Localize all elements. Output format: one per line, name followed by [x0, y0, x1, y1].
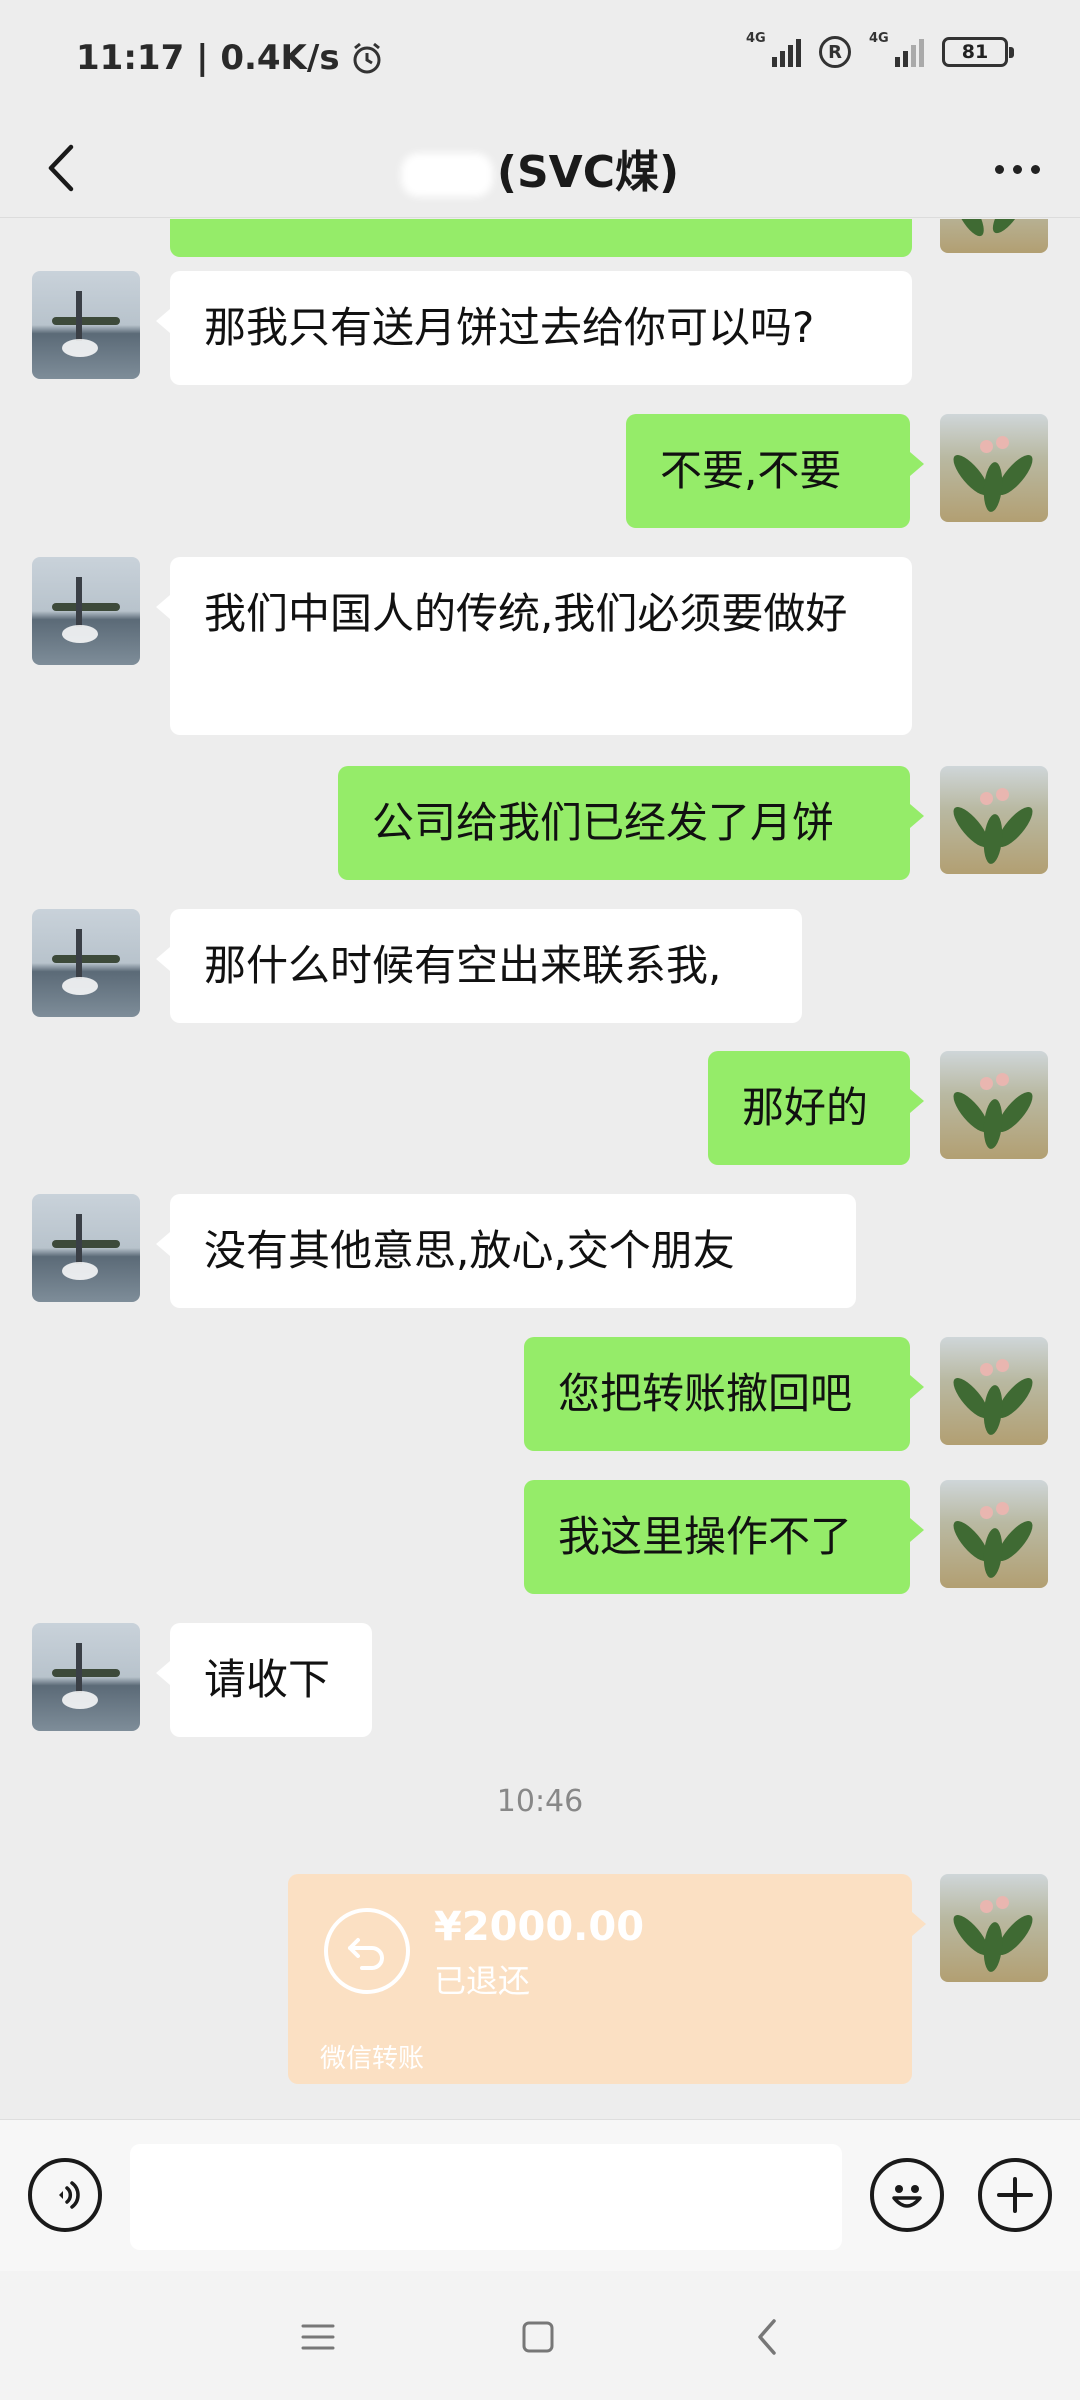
network-type-label: 4G: [746, 31, 766, 46]
message-bubble-incoming[interactable]: 那什么时候有空出来联系我,: [156, 909, 802, 1023]
redacted-name: [400, 153, 493, 197]
transfer-label: 微信转账: [320, 2044, 425, 2074]
chat-header: (SVC煤): [0, 118, 1080, 218]
voice-icon: [59, 2181, 80, 2209]
time-divider: 10:46: [496, 1784, 584, 1819]
transfer-amount: ¥2000.00: [434, 1904, 645, 1950]
chat-title: (SVC煤): [0, 136, 1080, 200]
emoji-button[interactable]: [870, 2158, 944, 2232]
system-nav-bar: [0, 2271, 1080, 2400]
self-avatar[interactable]: [940, 414, 1048, 522]
signal-icon: 4G: [746, 31, 801, 67]
status-bar: 11:17 | 0.4K/s 4G R 4G 81: [0, 0, 1080, 118]
status-time: 11:17 | 0.4K/s: [76, 38, 340, 78]
self-avatar[interactable]: [940, 1480, 1048, 1588]
nav-back-button[interactable]: [736, 2307, 796, 2367]
smiley-icon: [892, 2185, 922, 2208]
message-bubble-outgoing[interactable]: 公司给我们已经发了月饼: [338, 766, 924, 880]
message-bubble-outgoing[interactable]: 那好的: [708, 1051, 924, 1165]
network-type-label-2: 4G: [869, 31, 889, 46]
message-list[interactable]: 那我只有送月饼过去给你可以吗? 不要,不要 我们中国人的传统,我们必须要做好 公…: [0, 219, 1080, 2119]
roaming-icon: R: [819, 36, 851, 68]
message-bubble-incoming[interactable]: 请收下: [156, 1623, 372, 1737]
more-dot: [1030, 164, 1040, 174]
more-dots-icon: [994, 164, 1004, 174]
nav-home-button[interactable]: [508, 2307, 568, 2367]
message-bubble-outgoing[interactable]: 不要,不要: [626, 414, 924, 528]
return-arrow-icon: [324, 1908, 410, 1994]
transfer-card[interactable]: ¥2000.00 已退还 微信转账: [288, 1874, 926, 2084]
alarm-icon: [353, 42, 381, 74]
self-avatar[interactable]: [940, 1337, 1048, 1445]
message-bubble-incoming[interactable]: 我们中国人的传统,我们必须要做好: [156, 557, 912, 735]
message-bubble-outgoing[interactable]: 您把转账撤回吧: [524, 1337, 924, 1451]
nav-menu-button[interactable]: [288, 2307, 348, 2367]
self-avatar[interactable]: [940, 219, 1048, 253]
return-arrow-svg: [348, 1938, 384, 1970]
self-avatar[interactable]: [940, 766, 1048, 874]
more-options-button[interactable]: [982, 144, 1052, 194]
signal-icon-2: 4G: [869, 31, 924, 67]
input-bar: [0, 2119, 1080, 2271]
contact-avatar[interactable]: [32, 557, 140, 665]
self-avatar[interactable]: [940, 1874, 1048, 1982]
message-bubble-incoming[interactable]: 没有其他意思,放心,交个朋友: [156, 1194, 856, 1308]
menu-icon: [301, 2324, 335, 2350]
nav-back-icon: [758, 2319, 776, 2355]
status-indicators: 4G R 4G 81: [746, 31, 1014, 68]
battery-icon: 81: [942, 37, 1014, 67]
plus-icon: [997, 2177, 1033, 2213]
home-square-icon: [522, 2321, 554, 2353]
self-avatar[interactable]: [940, 1051, 1048, 1159]
contact-avatar[interactable]: [32, 909, 140, 1017]
chat-title-text: (SVC煤): [496, 147, 680, 198]
message-bubble-incoming[interactable]: 那我只有送月饼过去给你可以吗?: [156, 271, 912, 385]
message-bubble-partial: [170, 219, 912, 257]
message-input[interactable]: [130, 2144, 842, 2250]
contact-avatar[interactable]: [32, 271, 140, 379]
transfer-status: 已退还: [434, 1962, 531, 2000]
contact-avatar[interactable]: [32, 1623, 140, 1731]
voice-button[interactable]: [28, 2158, 102, 2232]
message-bubble-outgoing[interactable]: 我这里操作不了: [524, 1480, 924, 1594]
status-time-group: 11:17 | 0.4K/s: [76, 38, 384, 78]
contact-avatar[interactable]: [32, 1194, 140, 1302]
more-dot: [1012, 164, 1022, 174]
plus-button[interactable]: [978, 2158, 1052, 2232]
